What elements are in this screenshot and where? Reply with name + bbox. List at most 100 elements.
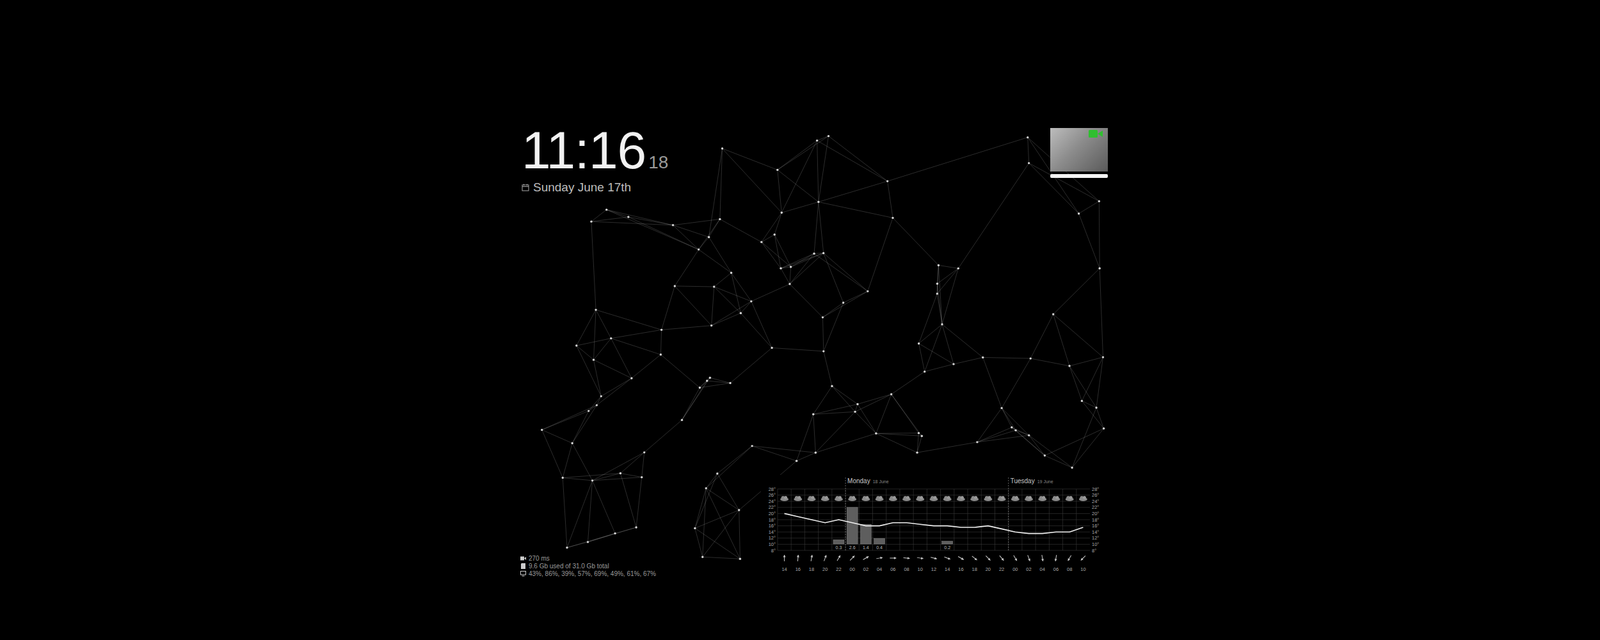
network-node xyxy=(1098,267,1101,270)
date: Sunday June 17th xyxy=(533,180,632,195)
precipitation-bar xyxy=(942,541,953,544)
grid-line xyxy=(899,488,900,551)
network-edge xyxy=(588,396,602,411)
network-edge xyxy=(660,329,662,355)
network-node xyxy=(592,358,595,361)
network-edge xyxy=(761,234,775,243)
precipitation-bar xyxy=(860,524,872,544)
precipitation-bar xyxy=(792,544,804,545)
network-edge xyxy=(887,137,1028,182)
network-node xyxy=(698,386,701,389)
y-tick: 10° xyxy=(768,541,776,548)
precipitation-bar xyxy=(955,544,967,545)
network-edge xyxy=(591,221,596,310)
network-edge xyxy=(1001,358,1031,409)
network-edge xyxy=(891,371,925,395)
grid-line xyxy=(926,488,928,551)
network-edge xyxy=(699,377,710,388)
network-edge xyxy=(731,272,742,313)
network-edge xyxy=(752,446,816,453)
cloud-icon xyxy=(929,496,939,502)
network-node xyxy=(886,179,889,182)
network-edge xyxy=(777,169,819,202)
grid-line xyxy=(1062,488,1064,551)
network-edge xyxy=(919,293,938,344)
hour-label: 14 xyxy=(781,566,787,573)
network-node xyxy=(822,252,825,255)
network-edge xyxy=(774,234,781,269)
grid-line xyxy=(777,513,1090,514)
wind-arrow-icon xyxy=(862,555,870,561)
network-node xyxy=(866,289,869,292)
network-node xyxy=(659,353,662,356)
precipitation-bar xyxy=(846,507,858,544)
cloud-icon xyxy=(902,496,911,502)
network-edge xyxy=(739,510,741,559)
network-edge xyxy=(587,527,637,543)
wind-arrow-icon xyxy=(849,554,856,562)
network-node xyxy=(728,382,731,384)
network-edge xyxy=(705,488,740,559)
hour-label: 04 xyxy=(1040,566,1046,573)
network-node xyxy=(634,526,637,528)
hour-label: 22 xyxy=(835,566,841,573)
network-node xyxy=(595,403,598,406)
network-node xyxy=(789,265,792,268)
network-edge xyxy=(942,324,954,365)
network-edge xyxy=(711,286,715,326)
network-node xyxy=(660,328,663,331)
network-edge xyxy=(592,480,616,534)
hour-label: 06 xyxy=(1053,566,1059,573)
network-edge xyxy=(843,291,868,303)
network-node xyxy=(680,419,683,422)
network-node xyxy=(590,220,592,223)
precipitation-label: 0.4 xyxy=(876,545,883,550)
camera-icon xyxy=(520,556,527,561)
camera-status-fill xyxy=(1050,174,1108,178)
network-node xyxy=(937,264,940,267)
network-edge xyxy=(631,354,662,379)
network-edge xyxy=(705,446,752,489)
network-edge xyxy=(814,202,819,255)
y-tick: 22° xyxy=(768,504,776,511)
video-camera-icon xyxy=(1088,129,1103,139)
hour-label: 02 xyxy=(863,566,869,573)
network-edge xyxy=(595,309,612,339)
hour-label: 16 xyxy=(958,566,964,573)
camera-status-bar xyxy=(1050,174,1108,178)
network-edge xyxy=(1079,213,1101,269)
network-node xyxy=(705,487,708,489)
network-edge xyxy=(977,430,1016,443)
network-edge xyxy=(876,432,920,434)
network-edge xyxy=(576,338,612,346)
network-edge xyxy=(774,212,782,235)
network-edge xyxy=(823,252,868,292)
grid-line xyxy=(885,488,887,551)
network-node xyxy=(773,233,776,236)
network-node xyxy=(613,532,616,535)
network-edge xyxy=(938,264,959,269)
network-node xyxy=(594,308,597,311)
stat-row: 9.6 Gb used of 31.0 Gb total xyxy=(520,562,656,570)
network-edge xyxy=(1069,366,1097,408)
cloud-icon xyxy=(915,496,925,502)
camera-view xyxy=(1050,128,1108,178)
precipitation-bar xyxy=(833,539,845,544)
precipitation-bar xyxy=(1050,544,1062,545)
grid-line xyxy=(777,531,1090,533)
network-node xyxy=(917,432,920,434)
y-tick: 20° xyxy=(768,510,776,517)
precipitation-bar xyxy=(968,544,980,545)
network-edge xyxy=(674,249,699,287)
network-edge xyxy=(572,442,592,480)
network-edge xyxy=(709,148,723,237)
network-edge xyxy=(876,433,918,453)
wind-arrow-icon xyxy=(823,554,828,562)
network-edge xyxy=(709,236,732,273)
network-node xyxy=(697,248,700,251)
network-node xyxy=(707,236,710,239)
network-edge xyxy=(695,473,718,528)
network-node xyxy=(1052,312,1055,315)
clock: 11:1618Sunday June 17th xyxy=(520,121,675,199)
network-edge xyxy=(815,433,877,453)
